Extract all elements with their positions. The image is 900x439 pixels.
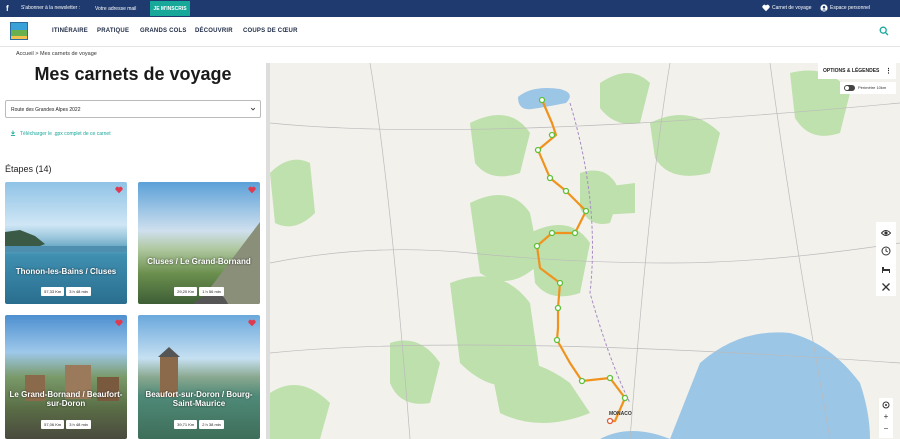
distance-badge: 57,06 Km [41,420,65,429]
heart-icon[interactable] [762,4,770,12]
heart-icon[interactable] [248,186,256,194]
duration-badge: 3 h 48 min [66,287,91,296]
personal-space-link[interactable]: Espace personnel [830,5,870,11]
user-icon[interactable] [820,4,828,12]
stage-card[interactable]: Thonon-les-Bains / Cluses 57,33 Km 3 h 48… [5,182,127,304]
download-icon [10,130,16,136]
heart-icon[interactable] [115,186,123,194]
map-options-button[interactable]: OPTIONS & LÉGENDES ⋮ [818,63,896,79]
stage-card[interactable]: Beaufort-sur-Doron / Bourg-Saint-Maurice… [138,315,260,439]
chevron-down-icon [250,107,256,111]
map-label-monaco: MONACO [609,411,632,417]
clock-icon[interactable] [881,246,891,256]
nav-item-grands-cols[interactable]: GRANDS COLS [140,28,187,34]
map-zoom-controls: + − [879,398,893,438]
duration-badge: 3 h 48 min [66,420,91,429]
distance-badge: 39,71 Km [174,420,198,429]
zoom-in-button[interactable]: + [879,412,893,421]
breadcrumb[interactable]: Accueil > Mes carnets de voyage [16,51,97,57]
stage-card-title: Le Grand-Bornand / Beaufort-sur-Doron [9,390,123,408]
toggle-switch[interactable] [844,85,855,91]
nav-item-pratique[interactable]: PRATIQUE [97,28,129,34]
newsletter-bar: f S'abonner à la newsletter : JE M'INSCR… [0,0,900,17]
heart-icon[interactable] [115,319,123,327]
main-nav: ITINÉRAIRE PRATIQUE GRANDS COLS DÉCOUVRI… [0,17,900,47]
tools-icon[interactable] [881,282,891,292]
stage-card[interactable]: Cluses / Le Grand-Bornand 29,20 Km 1 h 56… [138,182,260,304]
duration-badge: 2 h 38 min [199,420,224,429]
newsletter-label: S'abonner à la newsletter : [21,5,81,11]
subscribe-button[interactable]: JE M'INSCRIS [150,1,190,16]
stage-card-title: Cluses / Le Grand-Bornand [147,257,251,266]
perimeter-label: Périmètre 10km [858,85,887,90]
download-gpx-label: Télécharger le .gpx complet de ce carnet [20,131,111,137]
stages-heading: Étapes (14) [5,164,52,174]
search-icon[interactable] [879,26,889,36]
nav-item-itineraire[interactable]: ITINÉRAIRE [52,28,88,34]
stage-card-title: Thonon-les-Bains / Cluses [15,267,117,276]
map-layer-tools [876,222,896,296]
page-title: Mes carnets de voyage [34,64,232,84]
route-map[interactable] [270,63,900,439]
stage-card-title: Beaufort-sur-Doron / Bourg-Saint-Maurice [145,390,253,408]
bed-icon[interactable] [881,264,891,274]
stage-photo [5,230,127,252]
distance-badge: 57,33 Km [41,287,65,296]
travel-books-link[interactable]: Carnet de voyage [772,5,811,11]
nav-item-decouvrir[interactable]: DÉCOUVRIR [195,28,233,34]
zoom-out-button[interactable]: − [879,424,893,433]
stage-card[interactable]: Le Grand-Bornand / Beaufort-sur-Doron 57… [5,315,127,439]
newsletter-email-input[interactable] [92,2,150,15]
map-options-label: OPTIONS & LÉGENDES [823,68,880,74]
nav-item-coups-de-coeur[interactable]: COUPS DE CŒUR [243,28,298,34]
travel-book-select[interactable]: Route des Grandes Alpes 2022 [5,100,261,118]
perimeter-toggle[interactable]: Périmètre 10km [840,82,896,94]
map-canvas [270,63,900,439]
locate-icon[interactable] [881,400,891,410]
eye-icon[interactable] [881,228,891,238]
distance-badge: 29,20 Km [174,287,198,296]
site-logo[interactable] [10,22,28,40]
duration-badge: 1 h 56 min [199,287,224,296]
selected-book-label: Route des Grandes Alpes 2022 [11,107,81,113]
heart-icon[interactable] [248,319,256,327]
download-gpx-link[interactable]: Télécharger le .gpx complet de ce carnet [10,130,111,137]
facebook-icon[interactable]: f [6,4,15,13]
more-icon: ⋮ [885,68,892,75]
